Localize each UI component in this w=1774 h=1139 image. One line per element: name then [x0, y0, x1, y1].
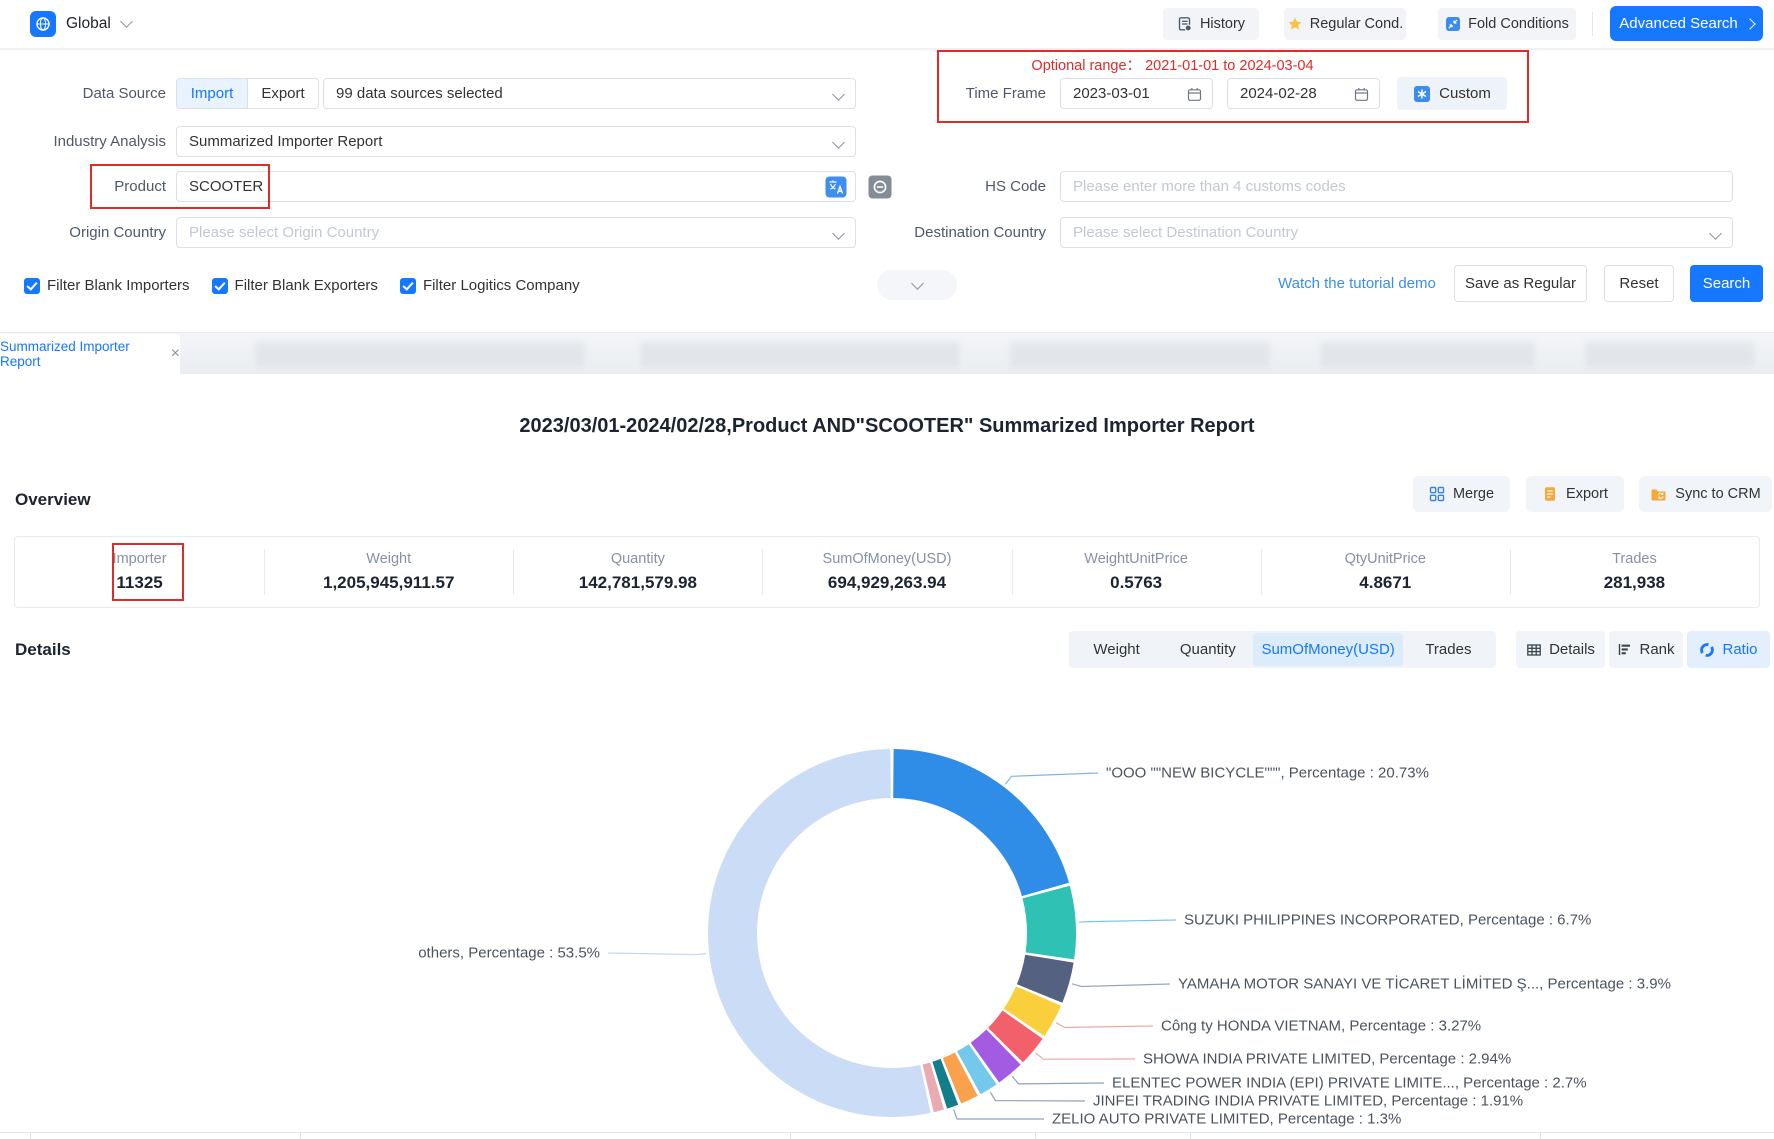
- next-section-edge: [0, 1132, 1774, 1139]
- table-edge-tick: [30, 1132, 31, 1139]
- donut-segment[interactable]: [893, 749, 1069, 896]
- donut-segment[interactable]: [1023, 886, 1076, 960]
- donut-segment[interactable]: [708, 749, 931, 1117]
- chart-label: SHOWA INDIA PRIVATE LIMITED, Percentage …: [1143, 1051, 1511, 1068]
- chart-leader-line: [1056, 1023, 1153, 1028]
- app-window: Global History Regular Cond. Fold Con: [0, 0, 1774, 1139]
- chart-leader-line: [1072, 984, 1170, 987]
- chart-leader-line: [1079, 920, 1176, 922]
- donut-chart: [0, 0, 1774, 1139]
- chart-leader-line: [1005, 773, 1098, 784]
- importer-ratio-chart-section: "OOO ""NEW BICYCLE""", Percentage : 20.7…: [0, 0, 1774, 1139]
- chart-label: YAMAHA MOTOR SANAYI VE TİCARET LİMİTED Ş…: [1178, 976, 1671, 993]
- chart-label: SUZUKI PHILIPPINES INCORPORATED, Percent…: [1184, 912, 1591, 929]
- table-edge-tick: [1540, 1132, 1541, 1139]
- chart-label: ELENTEC POWER INDIA (EPI) PRIVATE LIMITE…: [1112, 1075, 1587, 1092]
- table-edge-tick: [1190, 1132, 1191, 1139]
- chart-label: "OOO ""NEW BICYCLE""", Percentage : 20.7…: [1106, 765, 1429, 782]
- chart-label: others, Percentage : 53.5%: [418, 945, 600, 962]
- chart-leader-line: [1036, 1053, 1135, 1059]
- table-edge-tick: [790, 1132, 791, 1139]
- chart-label: JINFEI TRADING INDIA PRIVATE LIMITED, Pe…: [1093, 1093, 1523, 1110]
- table-edge-tick: [300, 1132, 301, 1139]
- table-edge-tick: [1035, 1132, 1036, 1139]
- chart-label: Công ty HONDA VIETNAM, Percentage : 3.27…: [1161, 1018, 1481, 1035]
- chart-leader-line: [608, 953, 706, 955]
- chart-leader-line: [990, 1092, 1085, 1101]
- chart-leader-line: [954, 1110, 1044, 1120]
- chart-leader-line: [1012, 1076, 1104, 1084]
- chart-label: ZELIO AUTO PRIVATE LIMITED, Percentage :…: [1052, 1111, 1401, 1128]
